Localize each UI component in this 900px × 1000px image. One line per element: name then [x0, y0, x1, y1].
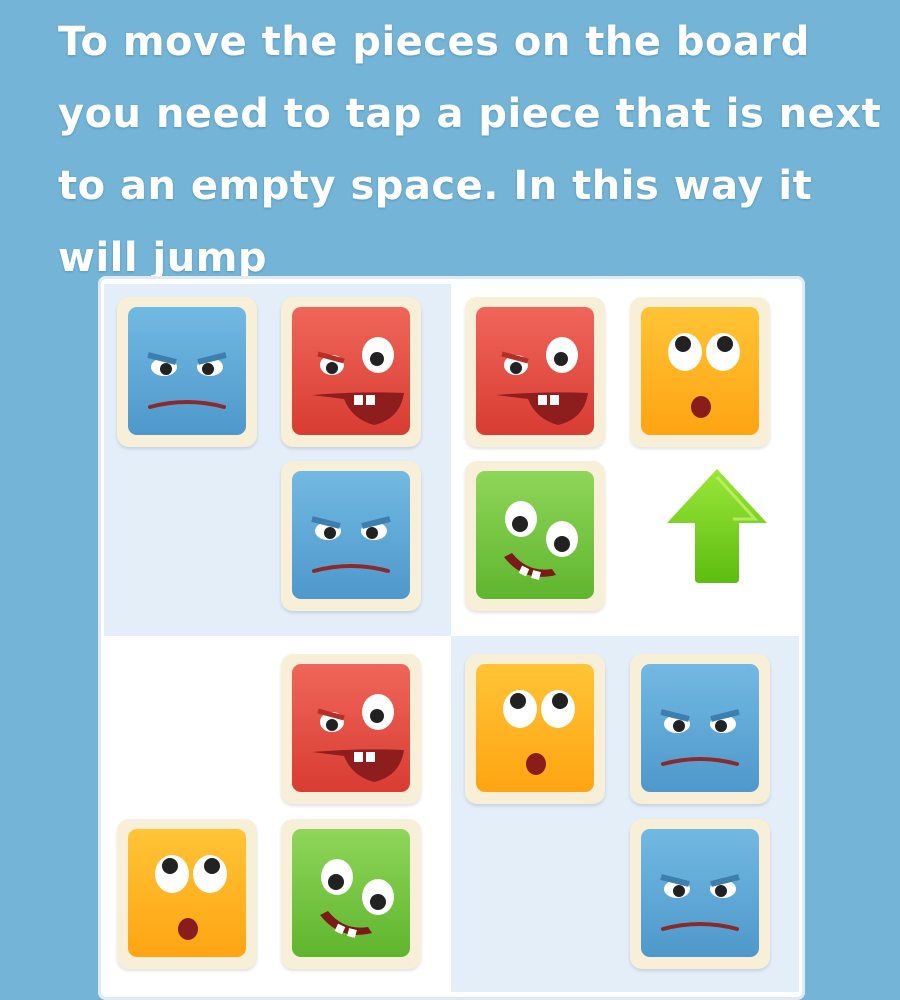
red-grin-face-icon: [292, 664, 410, 792]
piece-blue-angry[interactable]: [281, 461, 421, 611]
green-happy-face-icon: [476, 471, 594, 599]
yellow-surprised-face-icon: [128, 829, 246, 957]
piece-blue-angry[interactable]: [630, 654, 770, 804]
piece-red-grin[interactable]: [465, 297, 605, 447]
piece-green-happy[interactable]: [281, 819, 421, 969]
piece-yellow-surprised[interactable]: [465, 654, 605, 804]
move-hint-up-arrow-icon: [655, 463, 780, 588]
piece-red-grin[interactable]: [281, 297, 421, 447]
piece-yellow-surprised[interactable]: [630, 297, 770, 447]
piece-red-grin[interactable]: [281, 654, 421, 804]
red-grin-face-icon: [476, 307, 594, 435]
game-board: [98, 276, 805, 1000]
piece-green-happy[interactable]: [465, 461, 605, 611]
blue-angry-face-icon: [641, 829, 759, 957]
blue-angry-face-icon: [292, 471, 410, 599]
yellow-surprised-face-icon: [641, 307, 759, 435]
blue-angry-face-icon: [641, 664, 759, 792]
piece-yellow-surprised[interactable]: [117, 819, 257, 969]
piece-blue-angry[interactable]: [630, 819, 770, 969]
blue-angry-face-icon: [128, 307, 246, 435]
tutorial-instruction-text: To move the pieces on the board you need…: [58, 19, 882, 281]
yellow-surprised-face-icon: [476, 664, 594, 792]
red-grin-face-icon: [292, 307, 410, 435]
green-happy-face-icon: [292, 829, 410, 957]
piece-blue-angry[interactable]: [117, 297, 257, 447]
